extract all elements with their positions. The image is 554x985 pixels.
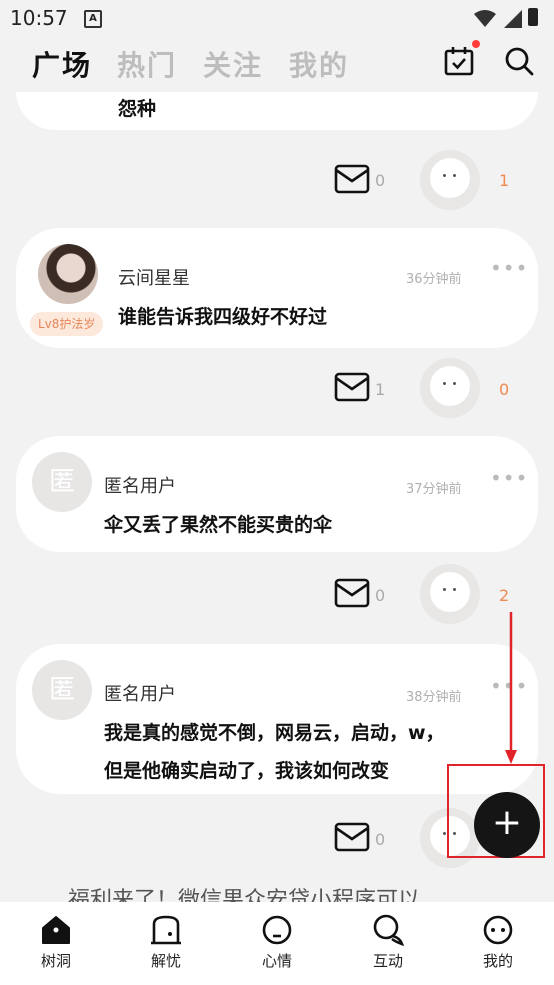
cellular-icon: [504, 10, 522, 28]
door-icon: [151, 915, 181, 945]
post-actions: 0 1: [0, 150, 554, 210]
calendar-check-icon[interactable]: [444, 46, 474, 76]
comment-count: 0: [375, 586, 386, 605]
battery-icon: [528, 8, 538, 26]
post-card[interactable]: 怨种: [16, 92, 538, 130]
post-time: 38分钟前: [406, 690, 462, 705]
status-time: 10:57: [10, 6, 68, 30]
search-icon[interactable]: [504, 46, 534, 76]
chat-icon: [373, 914, 404, 946]
avatar[interactable]: 匿: [32, 660, 92, 720]
hug-face-icon: [430, 366, 470, 406]
tab-follow[interactable]: 关注: [203, 44, 263, 84]
hug-button[interactable]: [420, 150, 480, 210]
comment-icon[interactable]: [334, 578, 370, 608]
add-post-button[interactable]: +: [474, 792, 540, 858]
hug-count: 2: [499, 586, 510, 605]
top-nav: 广场 热门 关注 我的: [0, 40, 554, 86]
home-icon: [42, 916, 70, 944]
hug-face-icon: [430, 158, 470, 198]
comment-icon[interactable]: [334, 372, 370, 402]
comment-count: 0: [375, 171, 386, 190]
nav-label: 互动: [372, 952, 403, 970]
tab-plaza[interactable]: 广场: [32, 44, 92, 84]
comment-count: 1: [375, 380, 386, 399]
nav-item-profile[interactable]: 我的: [458, 914, 538, 971]
wifi-icon: [474, 10, 496, 27]
post-content: 怨种: [118, 98, 157, 120]
nav-item-interact[interactable]: 互动: [348, 914, 428, 971]
username[interactable]: 匿名用户: [104, 680, 176, 706]
nav-item-relief[interactable]: 解忧: [126, 914, 206, 971]
post-content-line-1: 我是真的感觉不倒，网易云，启动，w，: [104, 722, 445, 744]
calendar-badge: [472, 40, 480, 48]
hug-count: 1: [499, 171, 510, 190]
nav-label: 树洞: [40, 952, 71, 970]
nav-label: 解忧: [150, 952, 181, 970]
hug-count: 0: [499, 380, 510, 399]
post-content: 伞又丢了果然不能买贵的伞: [104, 514, 333, 536]
level-badge: Lv8护法岁: [30, 312, 104, 336]
promo-text[interactable]: 福利来了！微信果众安贷小程序可以: [68, 882, 420, 902]
notification-icon: A: [84, 10, 102, 28]
avatar[interactable]: [38, 244, 98, 304]
more-options-icon[interactable]: •••: [490, 674, 528, 698]
post-actions: 1 0: [0, 358, 554, 418]
hug-face-icon: [430, 572, 470, 612]
username[interactable]: 匿名用户: [104, 472, 176, 498]
post-time: 37分钟前: [406, 482, 462, 497]
comment-count: 0: [375, 830, 386, 849]
tab-mine[interactable]: 我的: [289, 44, 349, 84]
comment-icon[interactable]: [334, 822, 370, 852]
post-card[interactable]: 匿 匿名用户 37分钟前 ••• 伞又丢了果然不能买贵的伞: [16, 436, 538, 552]
more-options-icon[interactable]: •••: [490, 466, 528, 490]
post-actions: 0 2: [0, 564, 554, 624]
hug-button[interactable]: [420, 358, 480, 418]
post-content-line-2: 但是他确实启动了，我该如何改变: [104, 760, 390, 782]
post-content: 谁能告诉我四级好不好过: [118, 306, 328, 328]
nav-item-mood[interactable]: 心情: [237, 914, 317, 971]
nav-label: 我的: [482, 952, 513, 970]
avatar[interactable]: 匿: [32, 452, 92, 512]
username[interactable]: 云间星星: [118, 264, 190, 290]
more-options-icon[interactable]: •••: [490, 256, 528, 280]
comment-icon[interactable]: [334, 164, 370, 194]
post-time: 36分钟前: [406, 272, 462, 287]
profile-icon: [483, 915, 513, 945]
hug-button[interactable]: [420, 564, 480, 624]
nav-label: 心情: [261, 952, 292, 970]
post-card[interactable]: Lv8护法岁 云间星星 36分钟前 ••• 谁能告诉我四级好不好过: [16, 228, 538, 348]
nav-item-treehole[interactable]: 树洞: [16, 914, 96, 971]
status-bar: 10:57 A: [0, 0, 554, 36]
tab-hot[interactable]: 热门: [117, 44, 177, 84]
mood-icon: [262, 915, 292, 945]
bottom-nav: 树洞 解忧 心情 互动 我的: [0, 902, 554, 985]
